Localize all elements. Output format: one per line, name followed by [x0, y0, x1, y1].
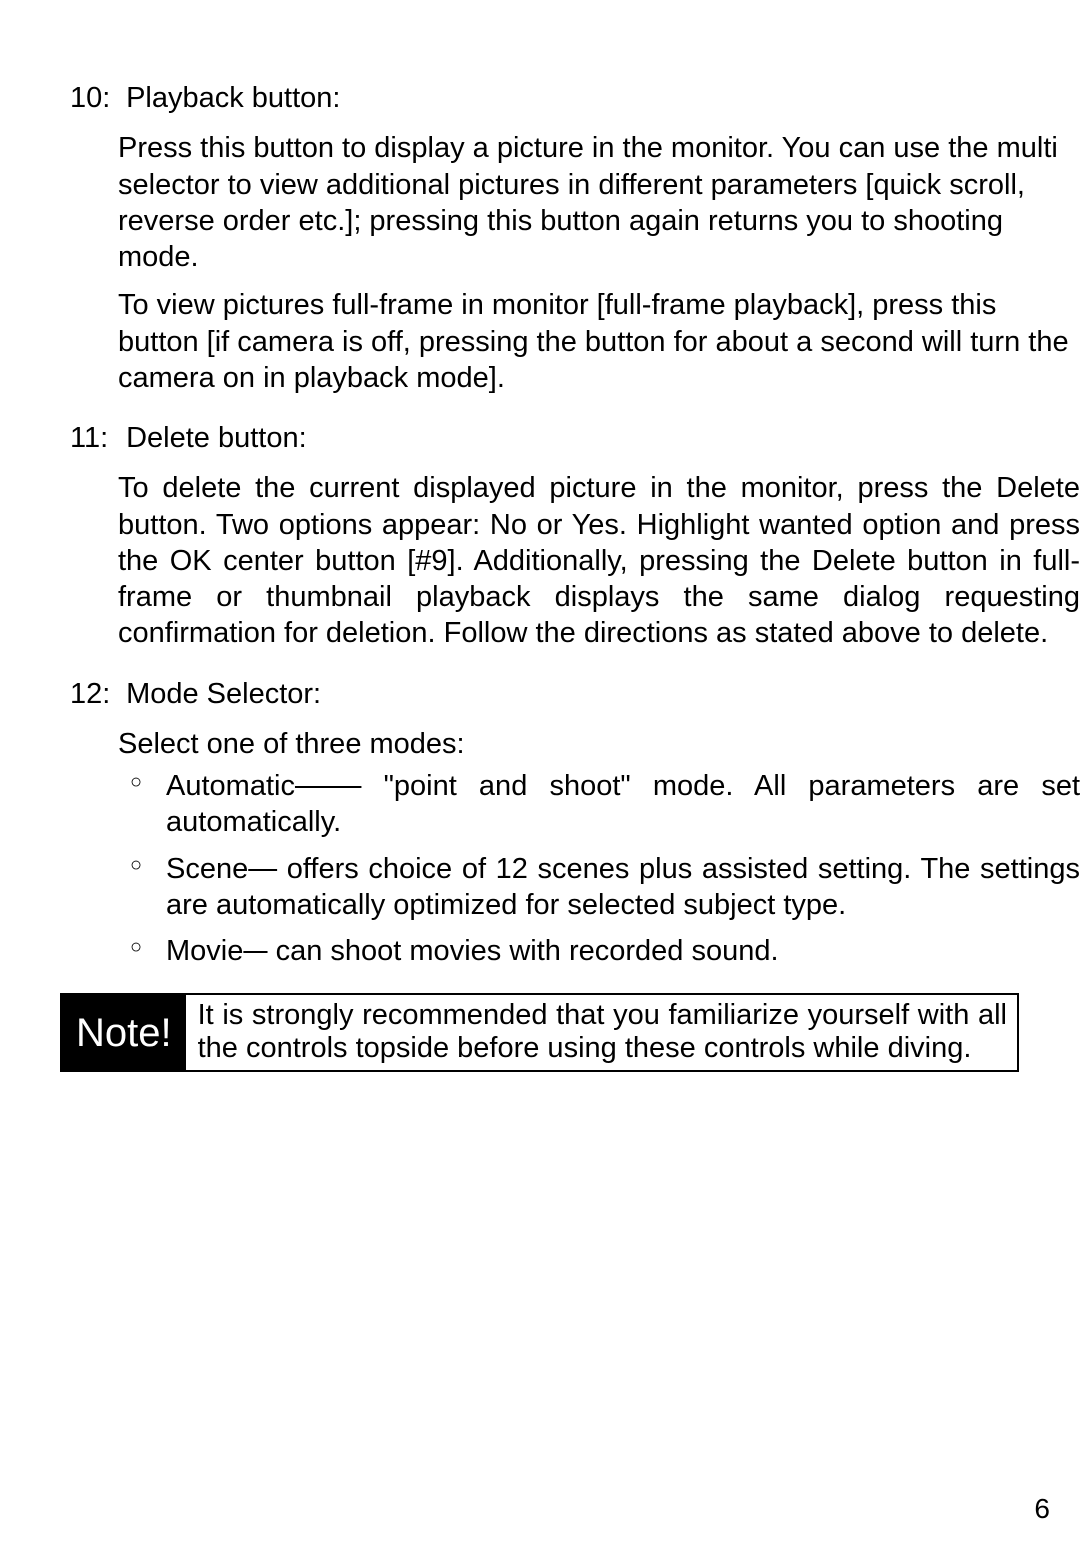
section-10-heading: 10: Playback button: — [70, 80, 1080, 116]
section-12-title: Mode Selector: — [126, 678, 321, 710]
mode-name-movie: Movie — [166, 935, 243, 967]
section-12-heading: 12: Mode Selector: — [70, 676, 1080, 712]
section-10-title: Playback button: — [126, 82, 340, 114]
section-12: 12: Mode Selector: Select one of three m… — [70, 676, 1080, 970]
section-11-number: 11: — [70, 420, 118, 456]
mode-item-scene: Scene offers choice of 12 scenes plus as… — [118, 851, 1080, 924]
section-11: 11: Delete button: To delete the current… — [70, 420, 1080, 652]
mode-list: Automatic "point and shoot" mode. All pa… — [118, 768, 1080, 969]
section-10: 10: Playback button: Press this button t… — [70, 80, 1080, 396]
mode-item-movie: Movie can shoot movies with recorded sou… — [118, 933, 1080, 969]
mode-item-automatic: Automatic "point and shoot" mode. All pa… — [118, 768, 1080, 841]
section-11-paragraph-1: To delete the current displayed picture … — [118, 470, 1080, 651]
section-11-heading: 11: Delete button: — [70, 420, 1080, 456]
section-12-number: 12: — [70, 676, 118, 712]
dash-icon — [248, 853, 277, 885]
note-label: Note! — [62, 995, 186, 1070]
note-box: Note! It is strongly recommended that yo… — [60, 993, 1019, 1072]
page-number: 6 — [1034, 1491, 1050, 1526]
dash-icon — [295, 770, 361, 802]
section-10-paragraph-2: To view pictures full-frame in monitor [… — [118, 287, 1080, 396]
manual-page: 10: Playback button: Press this button t… — [0, 0, 1080, 1544]
dash-icon — [243, 935, 267, 967]
mode-name-automatic: Automatic — [166, 770, 295, 802]
mode-name-scene: Scene — [166, 853, 248, 885]
section-11-title: Delete button: — [126, 422, 307, 454]
mode-desc-scene: offers choice of 12 scenes plus assisted… — [166, 853, 1080, 921]
mode-desc-movie: can shoot movies with recorded sound. — [268, 935, 779, 967]
note-text: It is strongly recommended that you fami… — [186, 995, 1017, 1070]
section-10-paragraph-1: Press this button to display a picture i… — [118, 130, 1080, 275]
section-10-number: 10: — [70, 80, 118, 116]
section-12-intro: Select one of three modes: — [118, 726, 1080, 762]
